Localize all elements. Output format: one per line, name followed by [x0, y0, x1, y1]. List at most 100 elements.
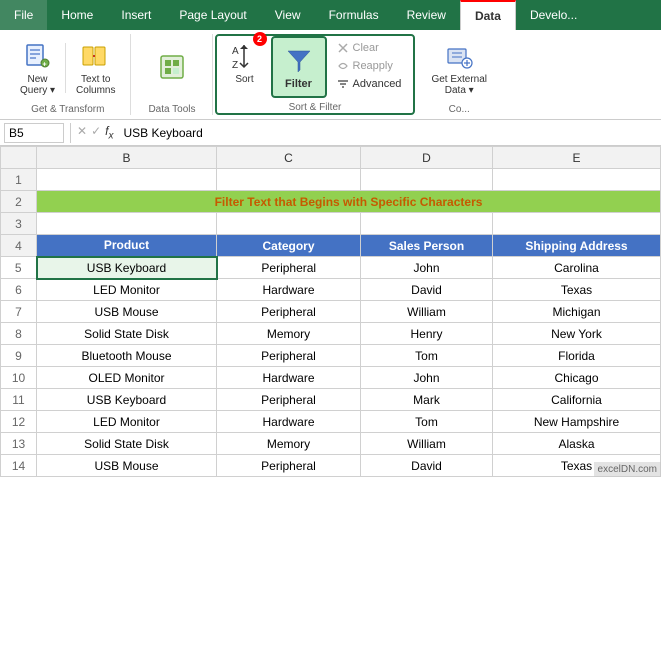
tab-developer[interactable]: Develo...	[516, 0, 591, 30]
cell-b7[interactable]: USB Mouse	[37, 301, 217, 323]
cell-c13[interactable]: Memory	[217, 433, 361, 455]
cell-b11[interactable]: USB Keyboard	[37, 389, 217, 411]
row-num-12: 12	[1, 411, 37, 433]
clear-button[interactable]: Clear	[331, 40, 408, 56]
cell-e3[interactable]	[493, 213, 661, 235]
cell-c12[interactable]: Hardware	[217, 411, 361, 433]
cell-d1[interactable]	[361, 169, 493, 191]
tab-data[interactable]: Data	[460, 0, 516, 30]
tab-page-layout[interactable]: Page Layout	[165, 0, 260, 30]
sort-badge: 2	[253, 32, 267, 46]
col-header-c[interactable]: C	[217, 147, 361, 169]
cell-d7[interactable]: William	[361, 301, 493, 323]
get-external-data-button[interactable]: Get External Data ▾	[425, 36, 493, 100]
confirm-formula-icon[interactable]: ✓	[91, 124, 101, 141]
cell-e8[interactable]: New York	[493, 323, 661, 345]
col-header-b[interactable]: B	[37, 147, 217, 169]
cell-e5[interactable]: Carolina	[493, 257, 661, 279]
sort-button[interactable]: A Z 2 Sort	[223, 36, 267, 89]
svg-text:Z: Z	[232, 60, 238, 71]
cell-c6[interactable]: Hardware	[217, 279, 361, 301]
cell-c11[interactable]: Peripheral	[217, 389, 361, 411]
cell-e13[interactable]: Alaska	[493, 433, 661, 455]
col-header-d[interactable]: D	[361, 147, 493, 169]
cell-b5[interactable]: USB Keyboard	[37, 257, 217, 279]
formula-content: USB Keyboard	[117, 126, 657, 140]
header-product[interactable]: Product	[37, 235, 217, 257]
tab-view[interactable]: View	[261, 0, 315, 30]
tab-home[interactable]: Home	[47, 0, 107, 30]
row-num-11: 11	[1, 389, 37, 411]
cell-d3[interactable]	[361, 213, 493, 235]
row-num-5: 5	[1, 257, 37, 279]
cell-e7[interactable]: Michigan	[493, 301, 661, 323]
cell-b1[interactable]	[37, 169, 217, 191]
cell-c10[interactable]: Hardware	[217, 367, 361, 389]
cell-b10[interactable]: OLED Monitor	[37, 367, 217, 389]
table-row: 1	[1, 169, 661, 191]
filter-sub-btns: Clear Reapply Advanced	[331, 40, 408, 92]
advanced-button[interactable]: Advanced	[331, 76, 408, 92]
get-external-label: Get External Data ▾	[431, 74, 487, 96]
cell-b8[interactable]: Solid State Disk	[37, 323, 217, 345]
cell-d11[interactable]: Mark	[361, 389, 493, 411]
table-row: 11 USB Keyboard Peripheral Mark Californ…	[1, 389, 661, 411]
tab-formulas[interactable]: Formulas	[315, 0, 393, 30]
table-row: 2 Filter Text that Begins with Specific …	[1, 191, 661, 213]
new-query-label: New Query ▾	[20, 74, 55, 96]
cell-d10[interactable]: John	[361, 367, 493, 389]
cell-c5[interactable]: Peripheral	[217, 257, 361, 279]
cell-d13[interactable]: William	[361, 433, 493, 455]
formula-bar: B5 ✕ ✓ fx USB Keyboard	[0, 120, 661, 146]
cell-c7[interactable]: Peripheral	[217, 301, 361, 323]
cell-reference[interactable]: B5	[4, 123, 64, 143]
cell-c8[interactable]: Memory	[217, 323, 361, 345]
cell-b13[interactable]: Solid State Disk	[37, 433, 217, 455]
insert-function-icon[interactable]: fx	[105, 124, 113, 141]
new-query-button[interactable]: + New Query ▾	[14, 36, 61, 100]
cell-b12[interactable]: LED Monitor	[37, 411, 217, 433]
cell-c14[interactable]: Peripheral	[217, 455, 361, 477]
filter-button[interactable]: Filter	[271, 36, 327, 98]
cell-e11[interactable]: California	[493, 389, 661, 411]
col-header-e[interactable]: E	[493, 147, 661, 169]
cell-b14[interactable]: USB Mouse	[37, 455, 217, 477]
cell-e6[interactable]: Texas	[493, 279, 661, 301]
header-shipping[interactable]: Shipping Address	[493, 235, 661, 257]
cancel-formula-icon[interactable]: ✕	[77, 124, 87, 141]
header-sales-person[interactable]: Sales Person	[361, 235, 493, 257]
cell-d5[interactable]: John	[361, 257, 493, 279]
cell-e9[interactable]: Florida	[493, 345, 661, 367]
cell-d12[interactable]: Tom	[361, 411, 493, 433]
cell-d8[interactable]: Henry	[361, 323, 493, 345]
tab-review[interactable]: Review	[393, 0, 460, 30]
data-tools-label-text: Data Tools	[148, 104, 195, 115]
cell-d9[interactable]: Tom	[361, 345, 493, 367]
tab-insert[interactable]: Insert	[107, 0, 165, 30]
row-num-2: 2	[1, 191, 37, 213]
table-row: 5 USB Keyboard Peripheral John Carolina	[1, 257, 661, 279]
header-category[interactable]: Category	[217, 235, 361, 257]
sort-filter-label: Sort & Filter	[289, 102, 342, 113]
svg-text:A: A	[232, 46, 239, 57]
corner-header	[1, 147, 37, 169]
table-row: 9 Bluetooth Mouse Peripheral Tom Florida	[1, 345, 661, 367]
cell-d6[interactable]: David	[361, 279, 493, 301]
cell-b9[interactable]: Bluetooth Mouse	[37, 345, 217, 367]
tab-file[interactable]: File	[0, 0, 47, 30]
cell-c1[interactable]	[217, 169, 361, 191]
cell-b3[interactable]	[37, 213, 217, 235]
data-tools-icon-btn[interactable]	[150, 47, 194, 89]
cell-c3[interactable]	[217, 213, 361, 235]
cell-b6[interactable]: LED Monitor	[37, 279, 217, 301]
reapply-button[interactable]: Reapply	[331, 58, 408, 74]
row-num-8: 8	[1, 323, 37, 345]
row-num-3: 3	[1, 213, 37, 235]
cell-e1[interactable]	[493, 169, 661, 191]
text-to-columns-button[interactable]: Text to Columns	[70, 36, 121, 100]
cell-e12[interactable]: New Hampshire	[493, 411, 661, 433]
get-external-data-icon	[443, 40, 475, 72]
cell-d14[interactable]: David	[361, 455, 493, 477]
cell-e10[interactable]: Chicago	[493, 367, 661, 389]
cell-c9[interactable]: Peripheral	[217, 345, 361, 367]
